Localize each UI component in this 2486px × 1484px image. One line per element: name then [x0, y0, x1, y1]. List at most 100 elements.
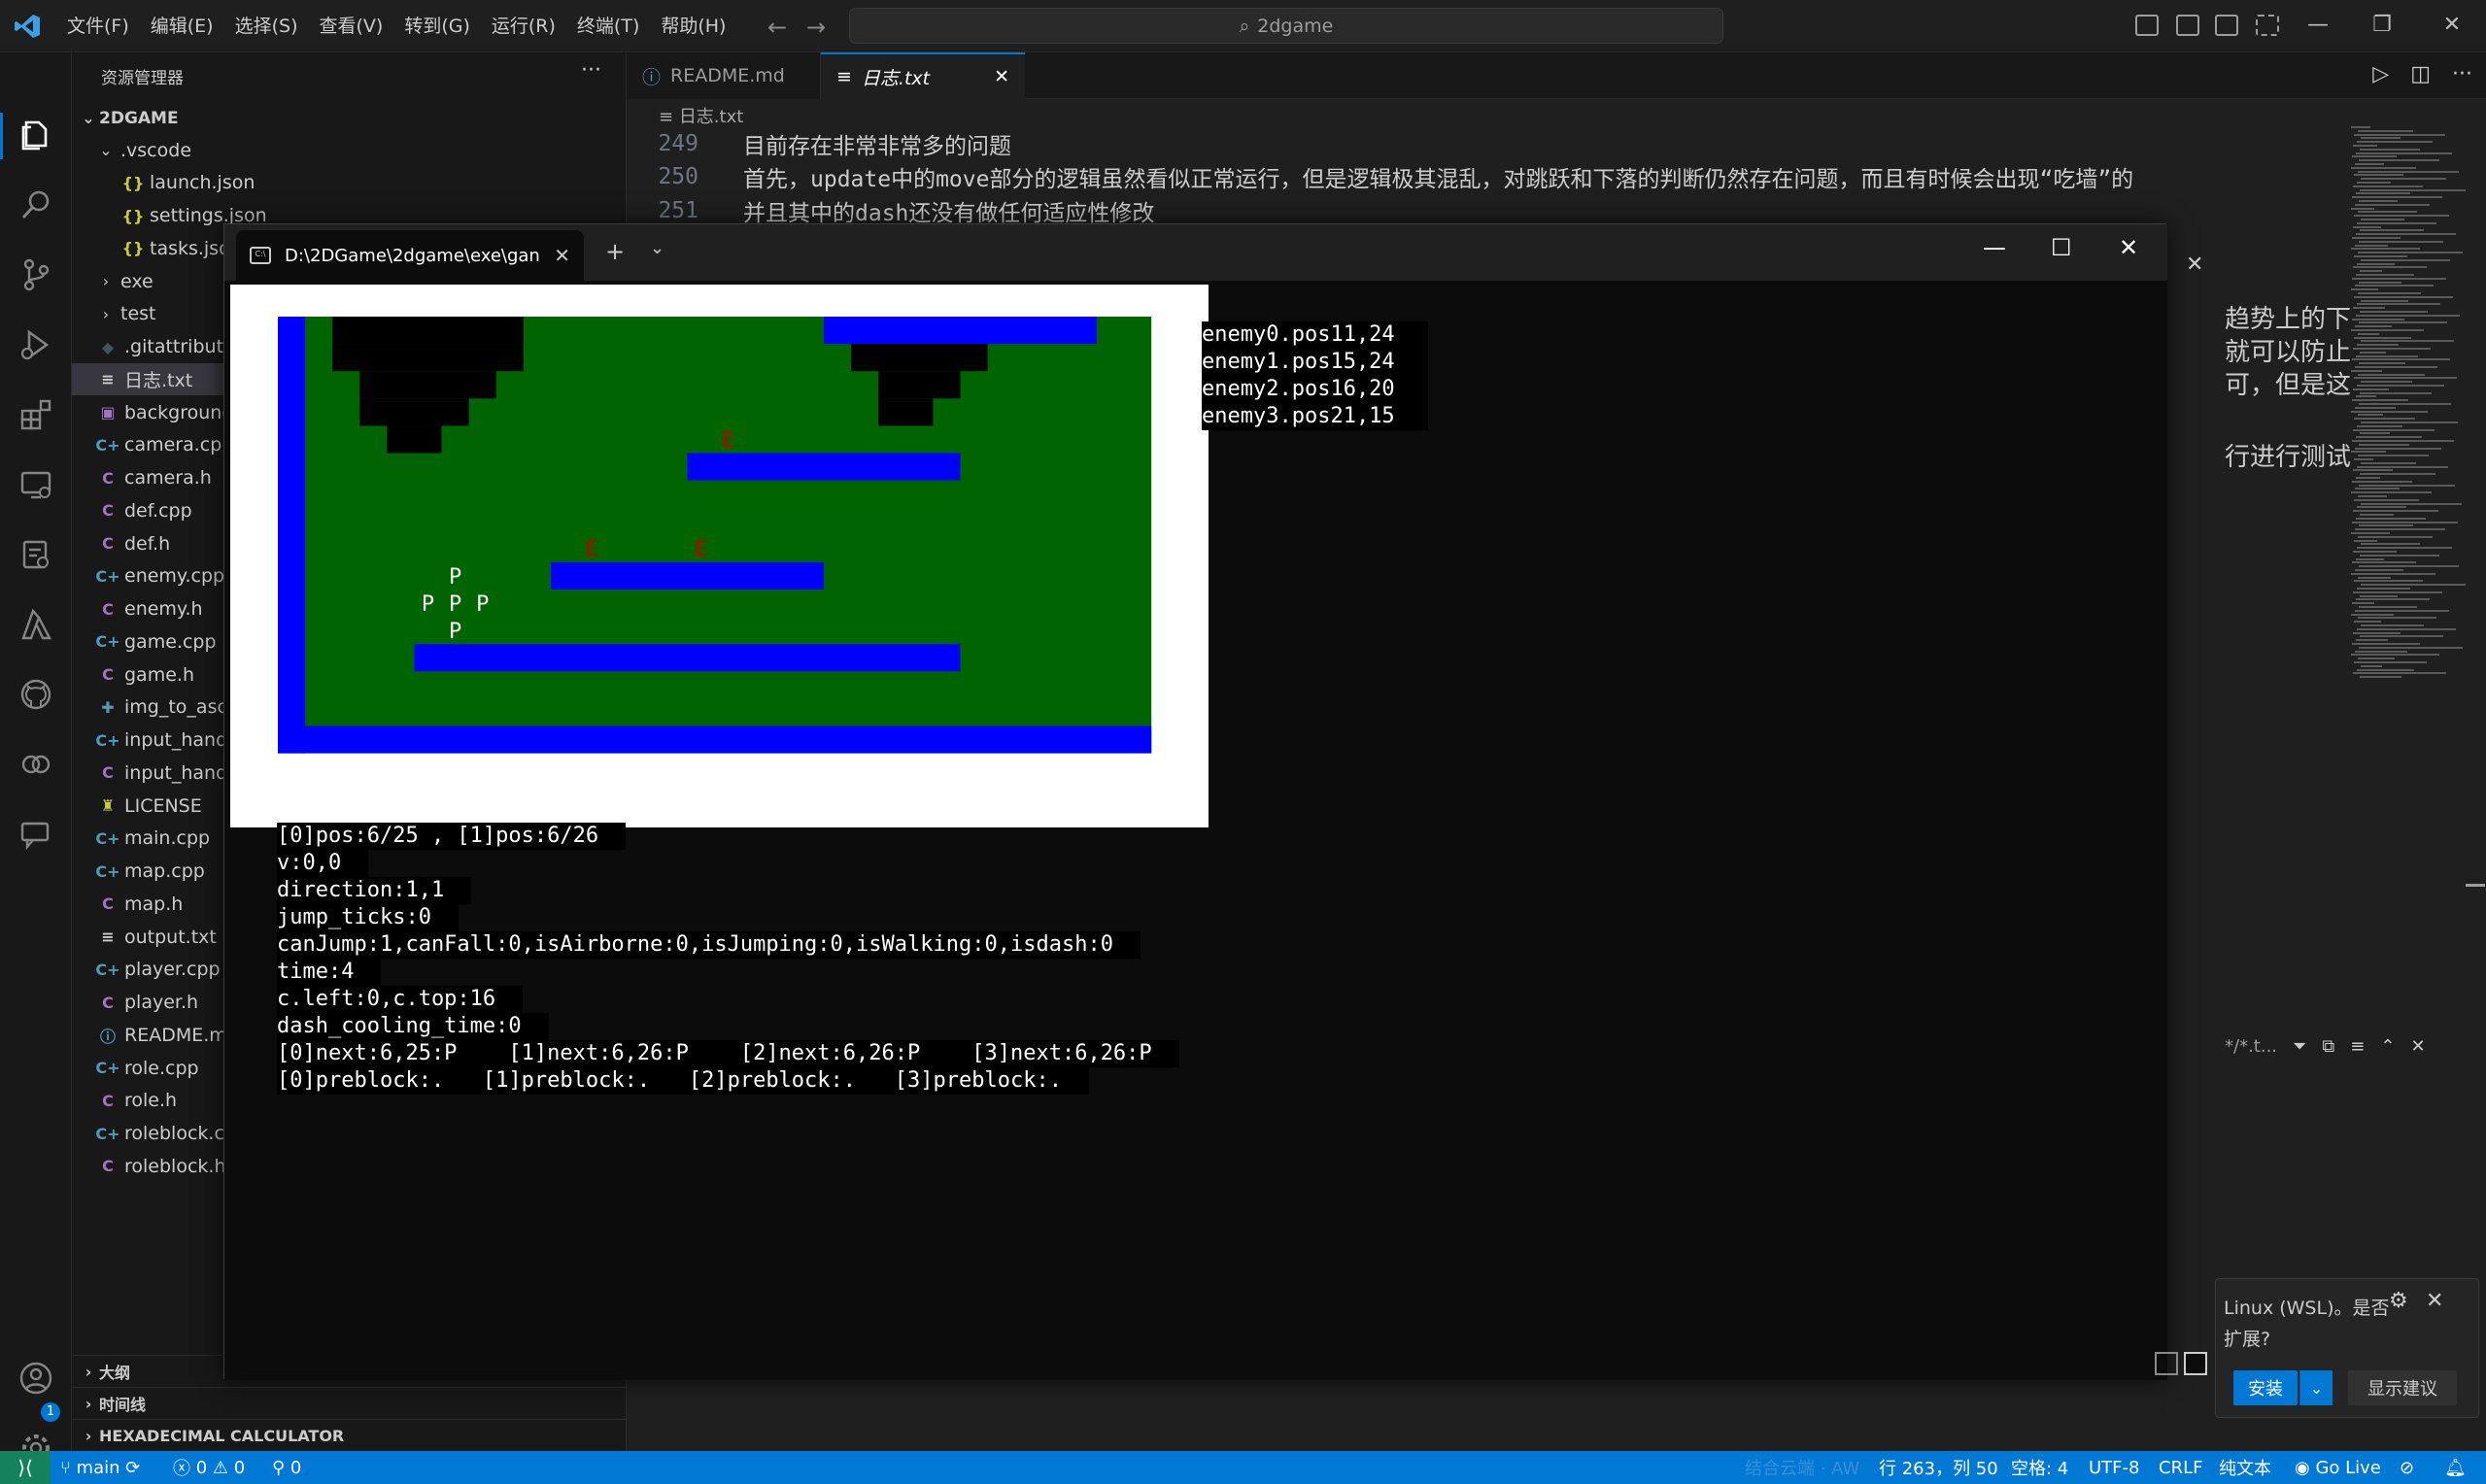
close-icon[interactable]: ✕ [2426, 1289, 2443, 1313]
file-tree-item[interactable]: ⌄ .vscode [72, 134, 627, 166]
github-icon[interactable] [14, 672, 58, 717]
problems-indicator[interactable]: ⓧ 0 ⚠ 0 [173, 1451, 245, 1484]
close-peek-icon[interactable]: ✕ [2186, 253, 2203, 277]
menu-item[interactable]: 选择(S) [224, 0, 309, 52]
minimap-line [2361, 664, 2382, 667]
minimap-line [2355, 244, 2388, 247]
language-mode[interactable]: 纯文本 [2219, 1451, 2271, 1484]
nav-forward-icon[interactable]: → [806, 14, 826, 41]
new-tab-icon[interactable]: + [605, 238, 625, 265]
tab-readme[interactable]: ⓘ README.md [627, 52, 821, 99]
nav-back-icon[interactable]: ← [767, 14, 787, 41]
chevron-up-icon[interactable]: ⌃ [2380, 1036, 2395, 1057]
chevron-down-icon[interactable]: ⌄ [650, 238, 664, 258]
toggle-secondary-sidebar-icon[interactable] [2215, 15, 2238, 36]
filter-icon[interactable]: ⏷ [2293, 1036, 2306, 1057]
live-share-icon[interactable] [14, 742, 58, 787]
cursor-position[interactable]: 行 263，列 50 [1879, 1451, 1998, 1484]
maximize-icon[interactable]: ☐ [2051, 234, 2072, 261]
minimize-icon[interactable]: — [2300, 8, 2335, 43]
cpp-file-icon: C+ [95, 1059, 120, 1077]
terminal-scroll-icon[interactable] [2155, 1352, 2178, 1375]
chevron-down-icon[interactable]: ⌄ [2299, 1370, 2333, 1405]
file-tree-item-label: LICENSE [124, 794, 202, 817]
menu-item[interactable]: 运行(R) [481, 0, 566, 52]
editor-tabs: ⓘ README.md ≡ 日志.txt ✕ ▷ ◫ ··· [627, 52, 2486, 99]
minimap-line [2359, 321, 2447, 324]
azure-icon[interactable] [14, 602, 58, 647]
minimap[interactable] [2351, 126, 2477, 690]
player-info-line: time:4 [277, 959, 382, 986]
cpp-file-icon: C+ [95, 960, 120, 979]
restore-icon[interactable]: ❐ [2365, 8, 2400, 43]
minimap-line [2351, 613, 2394, 616]
extensions-icon[interactable] [14, 392, 58, 437]
tab-log[interactable]: ≡ 日志.txt ✕ [821, 52, 1025, 99]
toggle-panel-icon[interactable] [2176, 15, 2199, 36]
breadcrumb[interactable]: ≡ 日志.txt [659, 103, 743, 128]
timeline-section[interactable]: › 时间线 [72, 1387, 627, 1419]
remote-explorer-icon[interactable] [14, 462, 58, 507]
close-icon[interactable]: ✕ [2410, 1036, 2425, 1057]
gear-icon[interactable]: ⚙ [2389, 1289, 2408, 1313]
close-window-icon[interactable]: ✕ [2119, 234, 2138, 261]
minimap-line [2361, 461, 2416, 464]
close-tab-icon[interactable]: ✕ [994, 66, 1009, 87]
minimize-icon[interactable]: — [1983, 234, 2006, 261]
left-wall [278, 317, 306, 754]
platform [414, 644, 961, 672]
testing-icon[interactable] [14, 532, 58, 577]
copy-icon[interactable]: ⧉ [2322, 1036, 2334, 1057]
terminal-view-icon[interactable] [2184, 1352, 2207, 1375]
more-icon[interactable]: ··· [2452, 62, 2472, 86]
file-tree-item[interactable]: {} launch.json [72, 167, 627, 199]
split-editor-icon[interactable]: ◫ [2410, 62, 2431, 86]
menu-item[interactable]: 转到(G) [393, 0, 481, 52]
menu-item[interactable]: 文件(F) [56, 0, 140, 52]
minimap-line [2361, 178, 2446, 181]
minimap-line [2351, 329, 2424, 331]
run-debug-icon[interactable] [14, 322, 58, 367]
terminal-body[interactable]: EEEPPPPP enemy0.pos11,24 enemy1.pos15,24 e… [224, 281, 2167, 1380]
install-button[interactable]: 安装 [2233, 1370, 2298, 1405]
branch-indicator[interactable]: ⑂ main ⟳ [60, 1451, 140, 1484]
more-actions-icon[interactable]: ··· [581, 58, 601, 83]
accounts-icon[interactable] [14, 1356, 58, 1400]
ceiling-rock [332, 317, 524, 345]
list-icon[interactable]: ≡ [2350, 1036, 2365, 1057]
minimap-line [2357, 465, 2448, 468]
copilot-icon[interactable]: ⊘ [2400, 1451, 2414, 1484]
command-center-search[interactable]: ⌕ 2dgame [849, 8, 1723, 44]
chat-icon[interactable] [14, 812, 58, 857]
close-tab-icon[interactable]: ✕ [554, 244, 570, 267]
search-view-icon[interactable] [14, 183, 58, 227]
run-icon[interactable]: ▷ [2372, 62, 2389, 86]
menu-item[interactable]: 终端(T) [566, 0, 650, 52]
find-input[interactable]: */*.t... [2225, 1036, 2277, 1057]
terminal-tab[interactable]: C:\ D:\2DGame\2dgame\exe\gan ✕ [236, 230, 584, 281]
explorer-icon[interactable] [14, 113, 58, 157]
source-control-icon[interactable] [14, 253, 58, 297]
menu-item[interactable]: 帮助(H) [650, 0, 736, 52]
remote-indicator-icon[interactable]: ⟩⟨ [0, 1451, 51, 1484]
hex-calculator-section[interactable]: › HEXADECIMAL CALCULATOR [72, 1419, 627, 1451]
menu-item[interactable]: 查看(V) [309, 0, 394, 52]
encoding[interactable]: UTF-8 [2089, 1451, 2139, 1484]
header-file-icon: C [102, 599, 114, 619]
ceiling-rock [359, 371, 496, 399]
menu-item[interactable]: 编辑(E) [140, 0, 224, 52]
workspace-root[interactable]: ⌄ 2DGAME [72, 102, 627, 134]
minimap-line [2354, 174, 2403, 177]
minimap-line [2352, 480, 2412, 483]
minimap-line [2361, 258, 2450, 261]
ports-indicator[interactable]: ⚲ 0 [272, 1451, 301, 1484]
go-live-button[interactable]: ◉ Go Live [2295, 1451, 2381, 1484]
show-suggestions-button[interactable]: 显示建议 [2348, 1370, 2457, 1405]
indentation[interactable]: 空格: 4 [2011, 1451, 2068, 1484]
close-window-icon[interactable]: ✕ [2435, 8, 2469, 43]
customize-layout-icon[interactable] [2256, 15, 2279, 36]
line-ending[interactable]: CRLF [2159, 1451, 2202, 1484]
toggle-primary-sidebar-icon[interactable] [2135, 15, 2159, 36]
notifications-bell-icon[interactable]: 🔔︎ [2444, 1451, 2467, 1484]
branch-name: main [76, 1457, 120, 1478]
